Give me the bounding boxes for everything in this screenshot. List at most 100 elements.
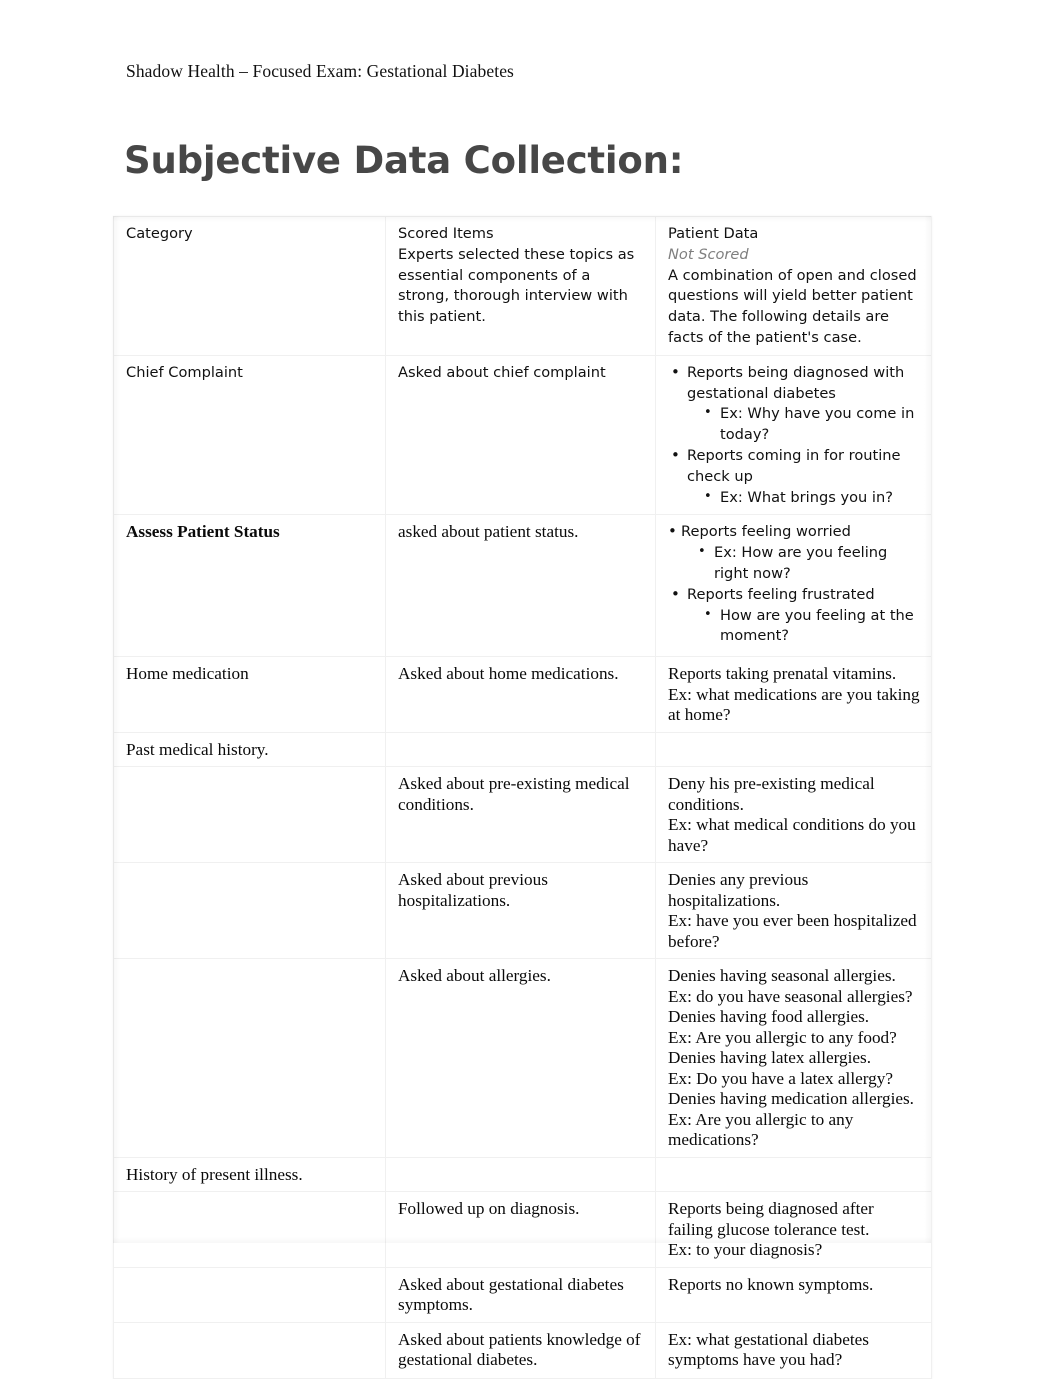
patient-data-line: Denies having food allergies. xyxy=(668,1007,870,1027)
cell-scored-item: asked about patient status. xyxy=(385,514,656,658)
bullet-text: Reports feeling worried xyxy=(681,523,851,541)
scored-item-text: Asked about patients knowledge of gestat… xyxy=(398,1329,641,1370)
table-row: Past medical history. xyxy=(113,731,932,768)
patient-data-line: Ex: do you have seasonal allergies? xyxy=(668,986,913,1006)
column-subtitle-patient-data: A combination of open and closed questio… xyxy=(668,266,917,346)
bullet-icon: • xyxy=(704,405,712,421)
patient-data-sub-list: • Ex: Why have you come in today? xyxy=(687,404,920,446)
cell-category: Home medication xyxy=(113,656,386,733)
table-row: Asked about previous hospitalizations. D… xyxy=(113,862,932,960)
cell-patient-data xyxy=(655,1156,932,1193)
cell-patient-data: Denies having seasonal allergies. Ex: do… xyxy=(655,958,932,1158)
patient-data-line: Denies having seasonal allergies. xyxy=(668,966,896,986)
cell-category: Assess Patient Status xyxy=(113,514,386,658)
cell-patient-data xyxy=(655,731,932,768)
cell-category xyxy=(113,1266,386,1323)
patient-data-bullet-list: • Reports feeling worried • Ex: How are … xyxy=(668,522,920,647)
bullet-icon: • xyxy=(671,362,680,381)
cell-category xyxy=(113,862,386,960)
cell-scored-item xyxy=(385,731,656,768)
cell-category: History of present illness. xyxy=(113,1156,386,1193)
patient-data-line: Reports being diagnosed after failing gl… xyxy=(668,1199,874,1239)
patient-data-line: Ex: what gestational diabetes symptoms h… xyxy=(668,1329,869,1370)
list-item: • Ex: Why have you come in today? xyxy=(687,404,920,446)
header-cell-patient-data: Patient Data Not Scored A combination of… xyxy=(655,216,932,356)
list-item: • Reports being diagnosed with gestation… xyxy=(668,363,920,446)
bullet-text: Reports being diagnosed with gestational… xyxy=(687,363,905,402)
category-label: History of present illness. xyxy=(126,1164,303,1184)
patient-data-line: Reports taking prenatal vitamins. xyxy=(668,664,897,684)
patient-data-sub-list: • Ex: How are you feeling right now? xyxy=(681,543,920,585)
category-label: Home medication xyxy=(126,664,249,684)
scored-item-text: Asked about previous hospitalizations. xyxy=(398,870,548,910)
scored-item-text: Asked about gestational diabetes symptom… xyxy=(398,1274,624,1315)
cell-category xyxy=(113,958,386,1158)
patient-data-line: Ex: have you ever been hospitalized befo… xyxy=(668,911,917,951)
column-header-scored-items: Scored Items xyxy=(398,225,494,242)
cell-scored-item: Followed up on diagnosis. xyxy=(385,1191,656,1268)
patient-data-line: Ex: Are you allergic to any medications? xyxy=(668,1109,854,1150)
cell-scored-item: Asked about chief complaint xyxy=(385,354,656,516)
scored-item-text: Followed up on diagnosis. xyxy=(398,1199,580,1219)
cell-category: Chief Complaint xyxy=(113,354,386,516)
subjective-data-collection-table: Category Scored Items Experts selected t… xyxy=(113,216,932,1379)
cell-patient-data: • Reports feeling worried • Ex: How are … xyxy=(655,514,932,658)
list-item: • Ex: How are you feeling right now? xyxy=(681,543,920,585)
cell-category xyxy=(113,1191,386,1268)
patient-data-sub-list: • How are you feeling at the moment? xyxy=(687,606,920,648)
table-row: Asked about pre-existing medical conditi… xyxy=(113,766,932,864)
cell-patient-data: Reports taking prenatal vitamins. Ex: wh… xyxy=(655,656,932,733)
category-label: Assess Patient Status xyxy=(126,522,280,542)
scored-item-text: Asked about allergies. xyxy=(398,966,551,986)
page-title: Subjective Data Collection: xyxy=(124,139,684,182)
scored-item-text: Asked about home medications. xyxy=(398,664,619,684)
table-row: Asked about patients knowledge of gestat… xyxy=(113,1321,932,1379)
cell-category xyxy=(113,1321,386,1379)
cell-scored-item: Asked about pre-existing medical conditi… xyxy=(385,766,656,864)
list-item: • Reports feeling frustrated • How are y… xyxy=(668,585,920,647)
table-row: Followed up on diagnosis. Reports being … xyxy=(113,1191,932,1268)
bullet-icon: • xyxy=(698,544,706,560)
table-row: Asked about gestational diabetes symptom… xyxy=(113,1266,932,1323)
cell-category xyxy=(113,766,386,864)
patient-data-line: Ex: to your diagnosis? xyxy=(668,1240,823,1260)
patient-data-line: Reports no known symptoms. xyxy=(668,1274,874,1294)
scored-item-text: Asked about chief complaint xyxy=(398,363,606,381)
not-scored-label: Not Scored xyxy=(668,245,749,263)
bullet-icon: • xyxy=(668,522,677,541)
patient-data-line: Ex: Are you allergic to any food? xyxy=(668,1027,897,1047)
running-header: Shadow Health – Focused Exam: Gestationa… xyxy=(126,61,514,81)
patient-data-line: Deny his pre-existing medical conditions… xyxy=(668,774,875,814)
bullet-text: Ex: How are you feeling right now? xyxy=(714,544,888,582)
patient-data-line: Denies any previous hospitalizations. xyxy=(668,870,809,910)
table-row: Assess Patient Status asked about patien… xyxy=(113,514,932,658)
cell-patient-data: Ex: what gestational diabetes symptoms h… xyxy=(655,1321,932,1379)
cell-scored-item: Asked about allergies. xyxy=(385,958,656,1158)
scored-item-text: Asked about pre-existing medical conditi… xyxy=(398,774,630,814)
bullet-icon: • xyxy=(671,445,680,464)
column-header-patient-data: Patient Data xyxy=(668,225,759,242)
bullet-text: Ex: Why have you come in today? xyxy=(720,405,915,444)
cell-patient-data: • Reports being diagnosed with gestation… xyxy=(655,354,932,516)
header-cell-scored-items: Scored Items Experts selected these topi… xyxy=(385,216,656,356)
patient-data-line: Ex: what medications are you taking at h… xyxy=(668,684,920,725)
patient-data-sub-list: • Ex: What brings you in? xyxy=(687,488,920,509)
bullet-icon: • xyxy=(671,584,680,603)
patient-data-line: Denies having medication allergies. xyxy=(668,1089,914,1109)
cell-scored-item: Asked about patients knowledge of gestat… xyxy=(385,1321,656,1379)
patient-data-line: Denies having latex allergies. xyxy=(668,1048,872,1068)
table-row: Chief Complaint Asked about chief compla… xyxy=(113,354,932,516)
table-row: Home medication Asked about home medicat… xyxy=(113,656,932,733)
column-header-category: Category xyxy=(126,225,193,242)
cell-category: Past medical history. xyxy=(113,731,386,768)
table-row: History of present illness. xyxy=(113,1156,932,1193)
cell-patient-data: Denies any previous hospitalizations. Ex… xyxy=(655,862,932,960)
patient-data-line: Ex: what medical conditions do you have? xyxy=(668,815,916,855)
list-item: • Ex: What brings you in? xyxy=(687,488,920,509)
bullet-icon: • xyxy=(704,488,712,504)
bullet-text: Reports coming in for routine check up xyxy=(687,446,901,485)
cell-scored-item xyxy=(385,1156,656,1193)
cell-scored-item: Asked about home medications. xyxy=(385,656,656,733)
bullet-text: Ex: What brings you in? xyxy=(720,488,893,506)
bullet-icon: • xyxy=(704,606,712,622)
